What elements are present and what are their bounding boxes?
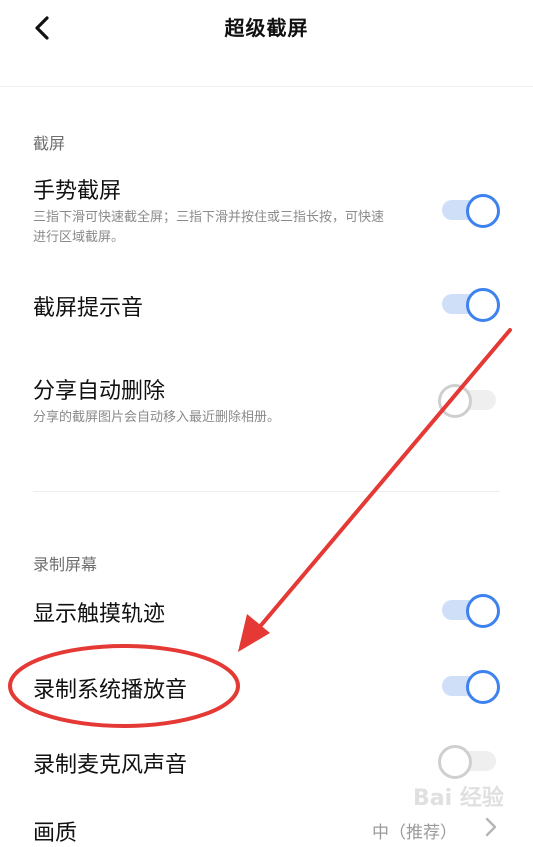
show-touch-trail-label: 显示触摸轨迹: [33, 602, 166, 627]
page-title: 超级截屏: [224, 16, 309, 40]
section-title-recording: 录制屏幕: [33, 555, 98, 574]
top-bar: 超级截屏: [0, 0, 533, 87]
record-system-audio-label: 录制系统播放音: [33, 678, 188, 703]
record-system-audio-toggle[interactable]: [438, 669, 500, 704]
screenshot-sound-toggle[interactable]: [438, 287, 500, 322]
section-title-screenshot: 截屏: [33, 134, 66, 153]
show-touch-trail-toggle[interactable]: [438, 593, 500, 628]
annotation-arrowhead: [238, 614, 270, 652]
record-mic-audio-label: 录制麦克风声音: [33, 753, 188, 778]
section-divider: [33, 491, 500, 492]
annotation-arrow: [250, 328, 512, 638]
share-auto-delete-label: 分享自动删除: [33, 379, 166, 404]
share-auto-delete-description: 分享的截屏图片会自动移入最近删除相册。: [33, 410, 281, 425]
quality-label[interactable]: 画质: [33, 815, 77, 847]
share-auto-delete-toggle[interactable]: [438, 383, 500, 418]
watermark-logo: Bai 经验: [413, 780, 523, 820]
gesture-screenshot-label: 手势截屏: [33, 179, 122, 204]
quality-value[interactable]: 中（推荐）: [372, 818, 457, 843]
gesture-screenshot-toggle[interactable]: [438, 193, 500, 228]
watermark-text: Bai 经验: [413, 786, 504, 811]
record-mic-audio-toggle[interactable]: [438, 744, 500, 779]
screenshot-sound-label: 截屏提示音: [33, 296, 144, 321]
gesture-screenshot-description: 三指下滑可快速截全屏；三指下滑并按住或三指长按，可快速进行区域截屏。: [33, 210, 385, 245]
